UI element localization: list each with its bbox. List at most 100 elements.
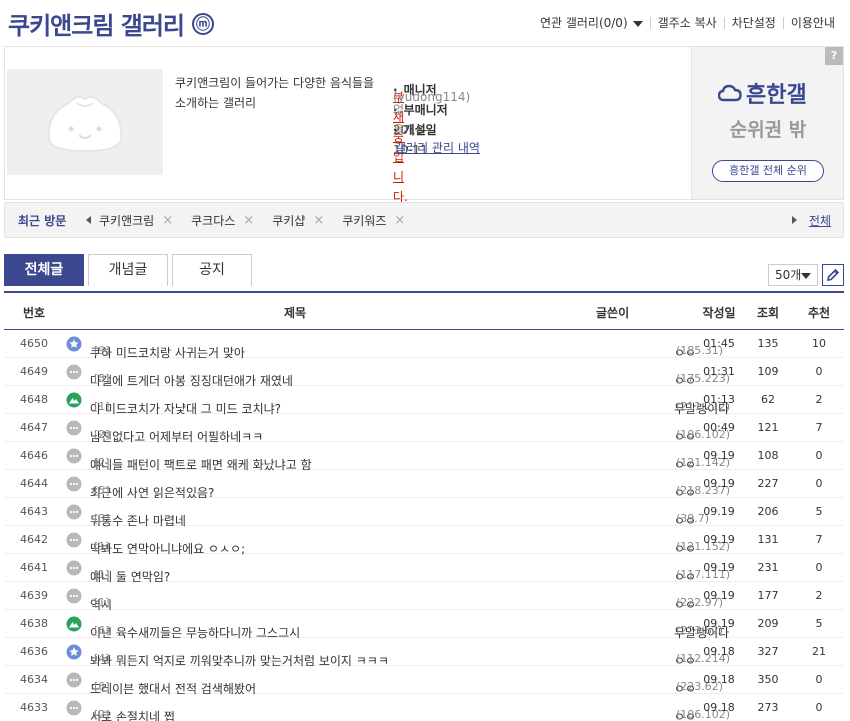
table-row[interactable]: 4643 뒤통수 존나 마렵네 [3] ㅇㅇ (39.7) 09.19 206 5 — [4, 498, 844, 528]
post-views: 177 — [757, 589, 779, 602]
col-number: 번호 — [22, 306, 46, 320]
post-recommend: 7 — [815, 421, 823, 434]
post-number: 4642 — [20, 533, 48, 546]
post-recommend: 0 — [815, 449, 823, 462]
post-number: 4641 — [20, 561, 48, 574]
post-views: 350 — [757, 673, 779, 686]
post-number: 4633 — [20, 701, 48, 714]
close-icon[interactable]: × — [243, 213, 254, 228]
table-row[interactable]: 4636 봐봐 뭐든지 억지로 끼워맞추니까 맞는거처럼 보이지 ㅋㅋㅋ [4] ㅇㅇ… — [4, 638, 844, 668]
post-views: 109 — [757, 365, 779, 378]
comment-count[interactable]: [6] — [94, 624, 110, 637]
comment-count[interactable]: [1] — [94, 568, 110, 581]
prev-arrow-icon[interactable] — [86, 216, 91, 224]
post-date: 01:13 — [703, 393, 735, 406]
gallery-title[interactable]: 쿠키앤크림 갤러리 ⓜ — [8, 6, 214, 41]
comment-count[interactable]: [5] — [94, 372, 110, 385]
table-row[interactable]: 4644 최근에 사연 읽은적있음? [5] ㅇㅇ (218.237) 09.19 227 0 — [4, 470, 844, 500]
tab-all-posts[interactable]: 전체글 — [4, 254, 84, 286]
post-number: 4647 — [20, 421, 48, 434]
comment-count[interactable]: [2] — [94, 456, 110, 469]
post-date: 01:45 — [703, 337, 735, 350]
chat-icon — [66, 420, 82, 436]
col-title: 제목 — [284, 306, 307, 320]
gallery-manage-history-link[interactable]: 갤러리 관리 내역 — [395, 139, 480, 156]
usage-guide-link[interactable]: 이용안내 — [782, 17, 842, 29]
chat-icon — [66, 588, 82, 604]
post-views: 273 — [757, 701, 779, 714]
table-row[interactable]: 4649 마갤에 트게더 아봉 징징대던애가 재였네 [5] ㅇㅇ (175.223) 0… — [4, 358, 844, 388]
star-icon — [66, 336, 82, 352]
comment-count[interactable]: [2] — [94, 428, 110, 441]
post-date: 09.19 — [703, 589, 735, 602]
post-date: 00:49 — [703, 421, 735, 434]
recent-item[interactable]: 쿠키앤크림 × — [99, 212, 173, 229]
table-row[interactable]: 4642 딱봐도 연막아니냐에요 ㅇㅅㅇ; [1] ㅇㅇ (121.152) 09.19 1… — [4, 526, 844, 556]
chat-icon — [66, 364, 82, 380]
recent-item-label[interactable]: 쿠키샵 — [272, 212, 305, 229]
recent-all-link[interactable]: 전체 — [809, 212, 831, 229]
recent-item-label[interactable]: 쿠키워즈 — [342, 212, 386, 229]
submanager-label: 부매니저 — [393, 100, 469, 120]
comment-count[interactable]: [9] — [94, 344, 110, 357]
comment-count[interactable]: [1] — [94, 400, 110, 413]
post-number: 4639 — [20, 589, 48, 602]
col-views: 조회 — [756, 306, 780, 320]
posts-per-page-value: 50개 — [775, 268, 802, 282]
write-post-button[interactable] — [822, 264, 844, 286]
chevron-down-icon — [632, 20, 643, 27]
cloud-icon — [718, 84, 742, 102]
recent-item[interactable]: 쿠키워즈 × — [342, 212, 405, 229]
chat-icon — [66, 448, 82, 464]
dumpling-mascot-icon — [47, 95, 123, 153]
comment-count[interactable]: [4] — [94, 652, 110, 665]
close-icon[interactable]: × — [394, 213, 405, 228]
table-row[interactable]: 4638 이년 육수새끼들은 무능하다니까 그스그시 [6] 무말랭이다 (223.62… — [4, 610, 844, 640]
post-number: 4643 — [20, 505, 48, 518]
post-views: 121 — [757, 421, 779, 434]
comment-count[interactable]: [3] — [94, 512, 110, 525]
post-recommend: 0 — [815, 365, 823, 378]
close-icon[interactable]: × — [162, 213, 173, 228]
gallery-title-text[interactable]: 쿠키앤크림 갤러리 — [8, 6, 185, 41]
comment-count[interactable]: [2] — [94, 708, 110, 721]
post-views: 327 — [757, 645, 779, 658]
table-row[interactable]: 4633 서로 손절치네 쩝 [2] ㅇㅇ (106.102) 09.18 273 0 — [4, 694, 844, 721]
recent-visit-label: 최근 방문 — [18, 213, 67, 228]
top-links: 연관 갤러리(0/0) 갤주소 복사 차단설정 이용안내 — [533, 17, 842, 29]
post-date: 09.19 — [703, 533, 735, 546]
copy-address-link[interactable]: 갤주소 복사 — [649, 17, 724, 29]
post-number: 4634 — [20, 673, 48, 686]
recent-item-label[interactable]: 쿠크다스 — [191, 212, 235, 229]
star-icon — [66, 644, 82, 660]
close-icon[interactable]: × — [313, 213, 324, 228]
block-settings-link[interactable]: 차단설정 — [723, 17, 783, 29]
post-number: 4638 — [20, 617, 48, 630]
post-date: 09.19 — [703, 449, 735, 462]
tab-concept-posts[interactable]: 개념글 — [88, 254, 168, 286]
posts-per-page-select[interactable]: 50개 — [768, 264, 818, 286]
post-date: 09.19 — [703, 477, 735, 490]
comment-count[interactable]: [1] — [94, 596, 110, 609]
comment-count[interactable]: [1] — [94, 540, 110, 553]
next-arrow-icon[interactable] — [792, 216, 797, 224]
mountain-icon — [66, 616, 82, 632]
table-row[interactable]: 4639 역시 [1] ㅇㅇ (222.97) 09.19 177 2 — [4, 582, 844, 612]
recent-item[interactable]: 쿠크다스 × — [191, 212, 254, 229]
table-row[interactable]: 4648 야 미드코치가 자냧대 그 미드 코치냐? [1] 무말랭이다 (211.21… — [4, 386, 844, 416]
table-row[interactable]: 4646 얘네들 패턴이 팩트로 패면 왜케 화났냐고 함 [2] ㅇㅇ (121.14… — [4, 442, 844, 472]
tab-notice[interactable]: 공지 — [172, 254, 252, 286]
recent-item[interactable]: 쿠키샵 × — [272, 212, 324, 229]
full-ranking-button[interactable]: 흥한갤 전체 순위 — [712, 160, 824, 182]
table-row[interactable]: 4647 남친없다고 어제부터 어필하네ㅋㅋ [2] ㅇㅇ (106.102) 00:49… — [4, 414, 844, 444]
related-gallery-link[interactable]: 연관 갤러리(0/0) — [533, 17, 650, 29]
help-icon[interactable]: ? — [825, 47, 843, 65]
comment-count[interactable]: [5] — [94, 484, 110, 497]
table-row[interactable]: 4641 얘네 둘 연막임? [1] ㅇㅇ (117.111) 09.19 231 0 — [4, 554, 844, 584]
table-row[interactable]: 4650 쿠하 미드코치랑 사귀는거 맞아 [9] ㅇㅇ (185.31) 01:45 13… — [4, 330, 844, 360]
table-row[interactable]: 4634 드레이븐 했대서 전적 검색해봤어 [6] ㅇㅇ (223.62) 09.18 3… — [4, 666, 844, 696]
comment-count[interactable]: [6] — [94, 680, 110, 693]
col-date: 작성일 — [702, 306, 736, 320]
recent-item-label[interactable]: 쿠키앤크림 — [99, 212, 154, 229]
post-views: 231 — [757, 561, 779, 574]
